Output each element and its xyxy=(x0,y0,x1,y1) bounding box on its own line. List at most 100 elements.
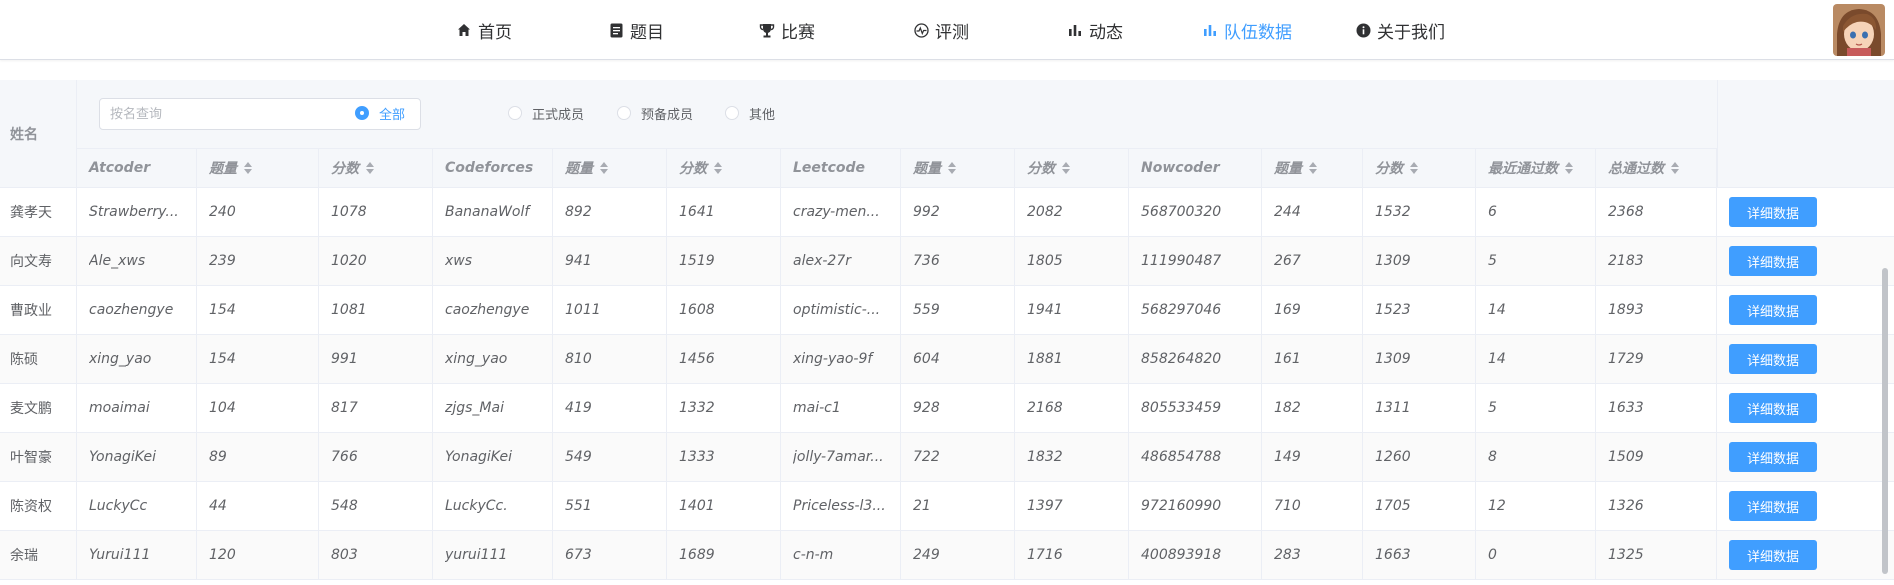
cell-atcoder-solved: 44 xyxy=(197,482,319,530)
detail-data-button[interactable]: 详细数据 xyxy=(1729,540,1817,570)
header-label: 分数 xyxy=(1027,161,1055,177)
cell-text: jolly-7amar... xyxy=(793,449,884,465)
cell-nowcoder-rating: 1309 xyxy=(1363,237,1476,285)
radio-reserve-members[interactable]: 预备成员 xyxy=(617,102,693,124)
cell-text: caozhengye xyxy=(89,302,174,318)
sort-icon[interactable] xyxy=(948,162,956,174)
header-recent-passed[interactable]: 最近通过数 xyxy=(1476,149,1596,188)
cell-text: 1456 xyxy=(679,351,715,367)
sort-icon[interactable] xyxy=(600,162,608,174)
cell-text: 803 xyxy=(331,547,358,563)
detail-data-button[interactable]: 详细数据 xyxy=(1729,344,1817,374)
cell-text: 817 xyxy=(331,400,358,416)
cell-leetcode-solved: 559 xyxy=(901,286,1015,334)
header-codeforces-rating[interactable]: 分数 xyxy=(667,149,781,188)
cell-text: 1523 xyxy=(1375,302,1411,318)
cell-atcoder-solved: 104 xyxy=(197,384,319,432)
cell-nowcoder-solved: 161 xyxy=(1262,335,1363,383)
header-label: Nowcoder xyxy=(1141,160,1220,176)
nav-contests[interactable]: 比赛 xyxy=(759,0,815,60)
cell-codeforces-rating: 1519 xyxy=(667,237,781,285)
header-label: 分数 xyxy=(679,161,707,177)
cell-text: 736 xyxy=(913,253,940,269)
header-total-passed[interactable]: 总通过数 xyxy=(1596,149,1717,188)
radio-all-label: 全部 xyxy=(379,107,406,123)
cell-total-passed: 1893 xyxy=(1596,286,1717,334)
sort-icon[interactable] xyxy=(1309,162,1317,174)
cell-text: 2168 xyxy=(1027,400,1063,416)
cell-text: 89 xyxy=(209,449,227,465)
nav-problems[interactable]: 题目 xyxy=(608,0,664,60)
sort-icon[interactable] xyxy=(714,162,722,174)
detail-data-button[interactable]: 详细数据 xyxy=(1729,442,1817,472)
cell-text: 1020 xyxy=(331,253,367,269)
cell-text: yurui111 xyxy=(445,547,508,563)
nav-activity[interactable]: 动态 xyxy=(1067,0,1123,60)
sort-icon[interactable] xyxy=(1410,162,1418,174)
cell-text: 陈资权 xyxy=(10,499,52,515)
detail-data-button[interactable]: 详细数据 xyxy=(1729,246,1817,276)
radio-all[interactable]: 全部 xyxy=(355,102,405,124)
cell-text: 169 xyxy=(1274,302,1301,318)
cell-text: 1532 xyxy=(1375,204,1411,220)
cell-text: 1705 xyxy=(1375,498,1411,514)
avatar[interactable] xyxy=(1833,4,1885,56)
cell-total-passed: 1509 xyxy=(1596,433,1717,481)
sort-icon[interactable] xyxy=(1671,162,1679,174)
cell-leetcode-rating: 2082 xyxy=(1015,188,1129,236)
sort-icon[interactable] xyxy=(366,162,374,174)
cell-text: 14 xyxy=(1488,351,1506,367)
header-codeforces: Codeforces xyxy=(433,149,553,188)
header-leetcode-rating[interactable]: 分数 xyxy=(1015,149,1129,188)
home-icon xyxy=(456,22,472,38)
cell-leetcode-rating: 1832 xyxy=(1015,433,1129,481)
header-atcoder-solved[interactable]: 题量 xyxy=(197,149,319,188)
document-icon xyxy=(608,22,624,38)
nav-about[interactable]: 关于我们 xyxy=(1355,0,1445,60)
nav-home[interactable]: 首页 xyxy=(456,0,512,60)
cell-nowcoder-id: 805533459 xyxy=(1129,384,1262,432)
cell-text: 5 xyxy=(1488,400,1497,416)
team-data-table: 姓名 全部 正式成员 预备成员 其他 Atcoder 题量 分数 Co xyxy=(0,80,1894,585)
cell-text: 1333 xyxy=(679,449,715,465)
cell-text: caozhengye xyxy=(445,302,530,318)
radio-formal-members[interactable]: 正式成员 xyxy=(508,102,584,124)
header-nowcoder-solved[interactable]: 题量 xyxy=(1262,149,1363,188)
header-label: 题量 xyxy=(565,161,593,177)
cell-text: 1881 xyxy=(1027,351,1063,367)
nav-contests-label: 比赛 xyxy=(781,22,815,43)
detail-data-button[interactable]: 详细数据 xyxy=(1729,491,1817,521)
cell-nowcoder-solved: 267 xyxy=(1262,237,1363,285)
header-atcoder-rating[interactable]: 分数 xyxy=(319,149,433,188)
cell-text: Priceless-l3... xyxy=(793,498,886,514)
cell-nowcoder-solved: 169 xyxy=(1262,286,1363,334)
cell-text: Ale_xws xyxy=(89,253,146,269)
radio-others[interactable]: 其他 xyxy=(725,102,775,124)
cell-nowcoder-rating: 1705 xyxy=(1363,482,1476,530)
scrollbar[interactable] xyxy=(1882,268,1888,574)
detail-data-button[interactable]: 详细数据 xyxy=(1729,197,1817,227)
detail-data-button[interactable]: 详细数据 xyxy=(1729,393,1817,423)
cell-text: 548 xyxy=(331,498,358,514)
cell-text: 21 xyxy=(913,498,931,514)
cell-recent-passed: 8 xyxy=(1476,433,1596,481)
cell-text: Strawberry... xyxy=(89,204,179,220)
cell-atcoder-handle: moaimai xyxy=(77,384,197,432)
cell-atcoder-solved: 154 xyxy=(197,286,319,334)
header-nowcoder-rating[interactable]: 分数 xyxy=(1363,149,1476,188)
sort-icon[interactable] xyxy=(1565,162,1573,174)
sort-icon[interactable] xyxy=(244,162,252,174)
cell-leetcode-rating: 1716 xyxy=(1015,531,1129,579)
sort-icon[interactable] xyxy=(1062,162,1070,174)
header-codeforces-solved[interactable]: 题量 xyxy=(553,149,667,188)
cell-text: 2082 xyxy=(1027,204,1063,220)
detail-data-button[interactable]: 详细数据 xyxy=(1729,295,1817,325)
cell-codeforces-rating: 1332 xyxy=(667,384,781,432)
nav-team-data[interactable]: 队伍数据 xyxy=(1202,0,1292,60)
cell-text: 1509 xyxy=(1608,449,1644,465)
cell-leetcode-handle: c-n-m xyxy=(781,531,901,579)
cell-text: 239 xyxy=(209,253,236,269)
header-leetcode-solved[interactable]: 题量 xyxy=(901,149,1015,188)
nav-judge[interactable]: 评测 xyxy=(913,0,969,60)
table-row: 陈硕 xing_yao 154 991 xing_yao 810 1456 xing-yao-… xyxy=(0,335,1894,384)
